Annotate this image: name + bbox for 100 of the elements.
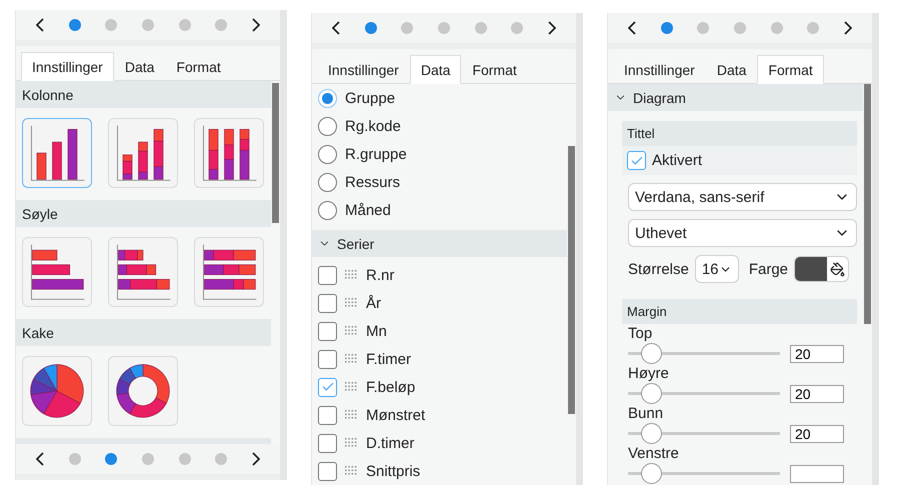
tab[interactable]: Innstillinger	[317, 55, 410, 84]
number-input[interactable]	[790, 464, 844, 482]
previous-button[interactable]	[36, 452, 44, 466]
checkbox[interactable]	[318, 266, 337, 284]
chart-type-tile[interactable]	[194, 237, 264, 307]
slider-thumb[interactable]	[641, 383, 662, 404]
drag-handle-icon[interactable]	[345, 410, 358, 420]
section-title: Serier	[337, 236, 374, 252]
tab[interactable]: Format	[165, 52, 232, 81]
checkbox[interactable]	[627, 151, 646, 170]
page-dot[interactable]	[105, 19, 118, 31]
chart-type-tile[interactable]	[108, 118, 178, 188]
page-dot[interactable]	[770, 22, 783, 34]
page-dot[interactable]	[401, 22, 414, 34]
page-dot[interactable]	[178, 453, 191, 465]
checkbox[interactable]	[318, 378, 337, 396]
chart-type-tile[interactable]	[108, 356, 178, 426]
weight-select[interactable]: Uthevet	[628, 219, 857, 247]
page-dot[interactable]	[364, 22, 377, 34]
page-dot[interactable]	[105, 453, 118, 465]
color-picker[interactable]	[794, 256, 850, 282]
tab[interactable]: Data	[706, 55, 758, 84]
slider-thumb[interactable]	[641, 463, 662, 484]
page-dot[interactable]	[215, 453, 228, 465]
tab[interactable]: Data	[114, 52, 166, 81]
slider-thumb[interactable]	[641, 343, 662, 364]
size-select[interactable]: 16	[694, 255, 739, 283]
radio-button[interactable]	[318, 116, 337, 136]
section-header[interactable]: Serier	[312, 230, 567, 257]
radio-button[interactable]	[318, 172, 337, 192]
tab[interactable]: Innstillinger	[21, 52, 114, 81]
next-button[interactable]	[252, 18, 260, 32]
series-label: Snittpris	[366, 462, 420, 480]
number-input[interactable]: 20	[790, 344, 844, 362]
previous-button[interactable]	[628, 21, 636, 35]
drag-handle-icon[interactable]	[345, 270, 358, 280]
drag-handle-icon[interactable]	[345, 382, 358, 392]
next-button[interactable]	[548, 21, 556, 35]
chart-type-tile[interactable]	[22, 118, 92, 188]
next-button[interactable]	[844, 21, 852, 35]
chevron-right-icon	[548, 21, 556, 35]
size-label: Størrelse	[628, 260, 689, 278]
group-header: Tittel	[622, 121, 857, 146]
page-dot[interactable]	[697, 22, 710, 34]
page-dot[interactable]	[142, 19, 154, 31]
scrollbar-thumb[interactable]	[864, 84, 871, 324]
chart-type-tile[interactable]	[108, 237, 178, 307]
next-button[interactable]	[252, 452, 260, 466]
drag-handle-icon[interactable]	[345, 438, 358, 448]
section-header[interactable]: Diagram	[608, 84, 863, 111]
radio-button[interactable]	[318, 144, 337, 164]
chevron-left-icon	[36, 18, 44, 32]
chevron-right-icon	[252, 452, 260, 466]
radio-button[interactable]	[318, 88, 337, 108]
drag-handle-icon[interactable]	[345, 298, 358, 308]
scrollbar-thumb[interactable]	[272, 83, 279, 223]
font-select[interactable]: Verdana, sans-serif	[628, 183, 857, 211]
checkbox[interactable]	[318, 294, 337, 312]
previous-button[interactable]	[332, 21, 340, 35]
chart-type-tile[interactable]	[22, 237, 92, 307]
number-input[interactable]: 20	[790, 424, 844, 442]
page-dot[interactable]	[474, 22, 487, 34]
checkbox[interactable]	[318, 462, 337, 480]
page-dot[interactable]	[142, 453, 154, 465]
drag-handle-icon[interactable]	[345, 354, 358, 364]
page-dot[interactable]	[660, 22, 673, 34]
page-dot[interactable]	[438, 22, 450, 34]
previous-button[interactable]	[36, 18, 44, 32]
page-dot[interactable]	[68, 453, 81, 465]
field-label: Høyre	[628, 365, 669, 382]
page-dot[interactable]	[734, 22, 746, 34]
tab[interactable]: Format	[461, 55, 528, 84]
chevron-right-icon	[252, 18, 260, 32]
page-dot[interactable]	[215, 19, 228, 31]
drag-handle-icon[interactable]	[345, 326, 358, 336]
chart-type-tile[interactable]	[194, 118, 264, 188]
tab[interactable]: Format	[757, 55, 824, 84]
chevron-right-icon	[844, 21, 852, 35]
chart-type-tile[interactable]	[22, 356, 92, 426]
checkbox[interactable]	[318, 434, 337, 452]
tab[interactable]: Innstillinger	[613, 55, 706, 84]
page-dot[interactable]	[511, 22, 524, 34]
field-label: Venstre	[628, 445, 679, 462]
checkbox[interactable]	[318, 350, 337, 368]
checkbox-label: Aktivert	[652, 152, 702, 169]
slider-thumb[interactable]	[641, 423, 662, 444]
tab[interactable]: Data	[410, 55, 462, 84]
scrollbar-thumb[interactable]	[568, 146, 575, 414]
chevron-left-icon	[332, 21, 340, 35]
section-title: Diagram	[633, 90, 686, 106]
checkbox[interactable]	[318, 406, 337, 424]
page-dot[interactable]	[178, 19, 191, 31]
page-dot[interactable]	[807, 22, 820, 34]
radio-button[interactable]	[318, 200, 337, 220]
checkbox[interactable]	[318, 322, 337, 340]
page-dot[interactable]	[68, 19, 81, 31]
drag-handle-icon[interactable]	[345, 466, 358, 476]
section-header: Søyle	[16, 200, 271, 227]
radio-label: R.gruppe	[345, 146, 407, 162]
number-input[interactable]: 20	[790, 384, 844, 402]
